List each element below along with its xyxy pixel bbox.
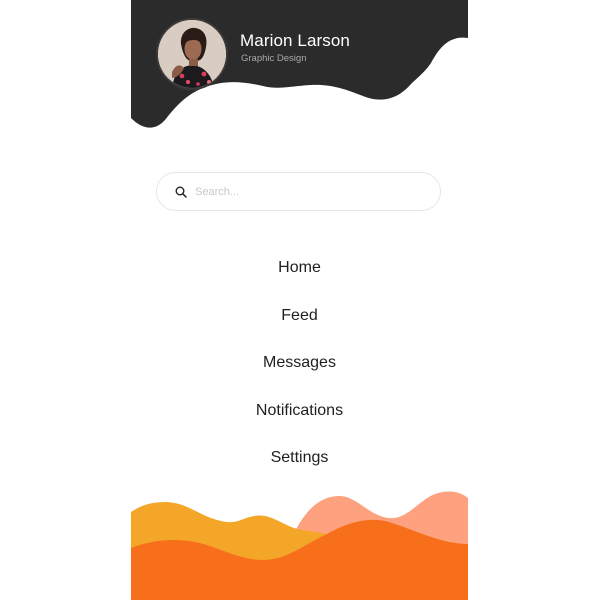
search-icon [175, 186, 187, 198]
profile-role: Graphic Design [241, 53, 307, 64]
nav-item-feed[interactable]: Feed [131, 300, 468, 348]
search-bar[interactable] [156, 172, 441, 211]
avatar[interactable] [158, 20, 226, 88]
main-navigation: Home Feed Messages Notifications Setting… [131, 252, 468, 490]
nav-item-notifications[interactable]: Notifications [131, 395, 468, 443]
search-input[interactable] [195, 185, 415, 198]
profile-name: Marion Larson [240, 31, 350, 50]
nav-item-settings[interactable]: Settings [131, 442, 468, 490]
side-menu-panel: Marion Larson Graphic Design Home Feed M… [131, 0, 468, 600]
footer-wave-background [131, 491, 468, 600]
screen: Marion Larson Graphic Design Home Feed M… [0, 0, 600, 600]
nav-item-home[interactable]: Home [131, 252, 468, 300]
nav-item-messages[interactable]: Messages [131, 347, 468, 395]
avatar-portrait-icon [158, 20, 226, 88]
